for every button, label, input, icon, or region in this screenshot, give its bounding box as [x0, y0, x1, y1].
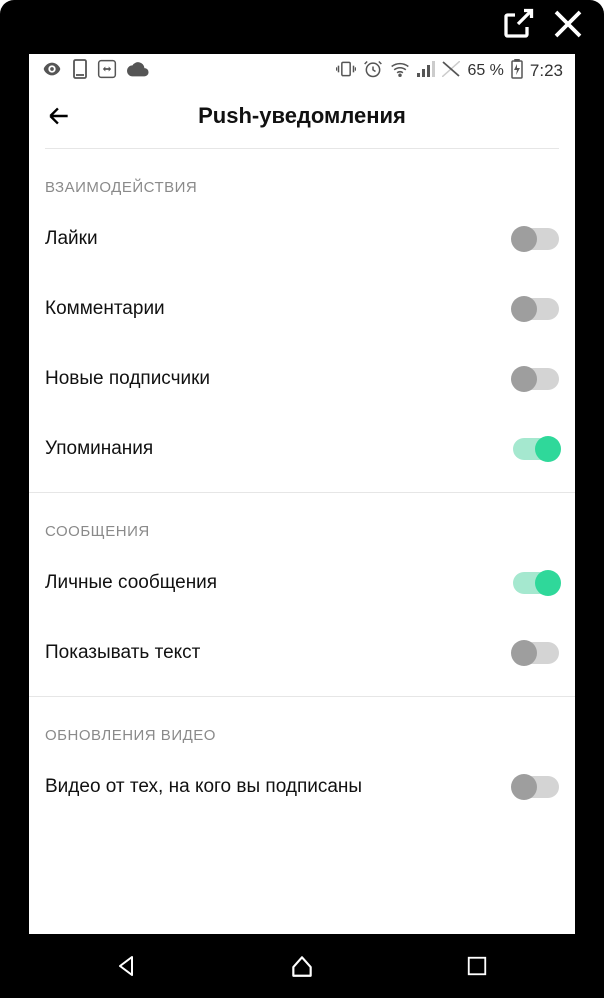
signal-icon	[417, 61, 435, 82]
no-sim-icon	[442, 61, 460, 82]
cloud-icon	[127, 61, 149, 82]
setting-label: Лайки	[45, 228, 98, 250]
toggle-knob	[511, 226, 537, 252]
status-left	[41, 58, 149, 85]
toggle-new-followers[interactable]	[513, 368, 559, 390]
toggle-knob	[511, 640, 537, 666]
setting-label: Новые подписчики	[45, 368, 210, 390]
toggle-mentions[interactable]	[513, 438, 559, 460]
setting-row: Новые подписчики	[45, 344, 559, 414]
toggle-knob	[511, 774, 537, 800]
toggle-knob	[535, 436, 561, 462]
open-external-icon[interactable]	[500, 6, 536, 42]
close-icon[interactable]	[550, 6, 586, 42]
status-time: 7:23	[530, 61, 563, 81]
toggle-direct-messages[interactable]	[513, 572, 559, 594]
battery-percent: 65 %	[467, 62, 503, 80]
setting-row: Показывать текст	[45, 618, 559, 688]
setting-label: Личные сообщения	[45, 572, 217, 594]
page-title: Push-уведомления	[73, 103, 531, 129]
teamviewer-icon	[97, 59, 117, 84]
setting-label: Комментарии	[45, 298, 165, 320]
device-frame: 65 % 7:23 Push-уведомления ВЗАИМОДЕЙСТВИ…	[0, 0, 604, 998]
status-right: 65 % 7:23	[336, 59, 563, 84]
setting-label: Показывать текст	[45, 642, 200, 664]
phone-icon	[73, 59, 87, 84]
toggle-subscribed-videos[interactable]	[513, 776, 559, 798]
toggle-knob	[511, 366, 537, 392]
app-header: Push-уведомления	[29, 88, 575, 144]
toggle-likes[interactable]	[513, 228, 559, 250]
setting-label: Видео от тех, на кого вы подписаны	[45, 776, 362, 798]
toggle-comments[interactable]	[513, 298, 559, 320]
alarm-icon	[363, 59, 383, 84]
settings-content: ВЗАИМОДЕЙСТВИЯ Лайки Комментарии Новые подп…	[29, 148, 575, 822]
toggle-knob	[535, 570, 561, 596]
setting-row: Упоминания	[45, 414, 559, 484]
setting-label: Упоминания	[45, 438, 153, 460]
setting-row: Лайки	[45, 204, 559, 274]
eye-icon	[41, 58, 63, 85]
status-bar: 65 % 7:23	[29, 54, 575, 88]
nav-home-button[interactable]	[282, 946, 322, 986]
setting-row: Комментарии	[45, 274, 559, 344]
setting-row: Личные сообщения	[45, 548, 559, 618]
toggle-knob	[511, 296, 537, 322]
battery-icon	[511, 59, 523, 84]
nav-back-button[interactable]	[107, 946, 147, 986]
screen: 65 % 7:23 Push-уведомления ВЗАИМОДЕЙСТВИ…	[29, 54, 575, 934]
android-nav-bar	[0, 934, 604, 998]
setting-row: Видео от тех, на кого вы подписаны	[45, 752, 559, 822]
frame-top-controls	[500, 6, 586, 42]
back-button[interactable]	[45, 102, 73, 130]
toggle-show-text[interactable]	[513, 642, 559, 664]
section-header: ОБНОВЛЕНИЯ ВИДЕО	[45, 697, 559, 752]
wifi-icon	[390, 61, 410, 82]
section-header: ВЗАИМОДЕЙСТВИЯ	[45, 149, 559, 204]
section-header: СООБЩЕНИЯ	[45, 493, 559, 548]
vibrate-icon	[336, 60, 356, 83]
nav-recent-button[interactable]	[457, 946, 497, 986]
